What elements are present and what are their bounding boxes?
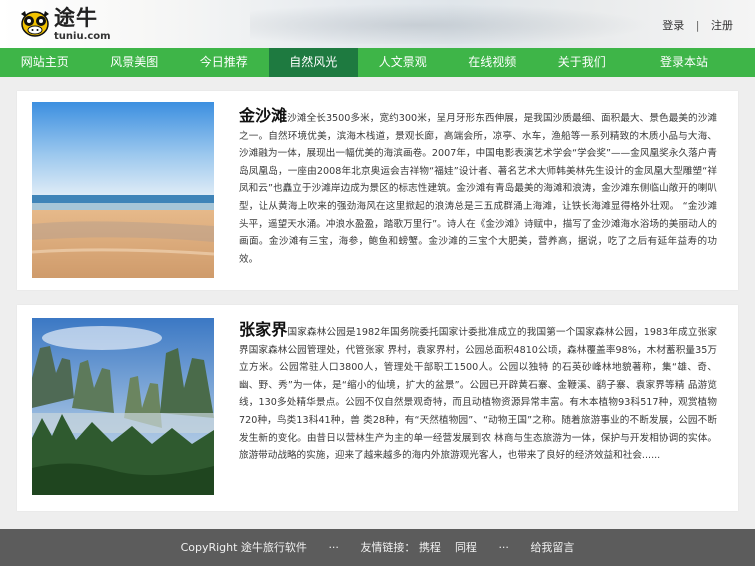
article-title: 张家界 (239, 320, 288, 339)
site-header: 途牛 tuniu.com 登录 | 注册 (0, 0, 755, 48)
copyright-text: CopyRight 途牛旅行软件 (180, 541, 307, 554)
article-card-golden-beach: 金沙滩沙滩全长3500多米，宽约300米，呈月牙形东西伸展，是我国沙质最细、面积… (17, 91, 738, 290)
nav-item-site-login[interactable]: 登录本站 (627, 48, 742, 77)
article-title: 金沙滩 (239, 106, 288, 125)
register-link[interactable]: 注册 (711, 17, 733, 33)
mountain-photo[interactable] (32, 318, 214, 495)
auth-links: 登录 | 注册 (662, 17, 733, 33)
leave-message-link[interactable]: 给我留言 (530, 541, 574, 554)
main-nav: 网站主页 风景美图 今日推荐 自然风光 人文景观 在线视频 关于我们 登录本站 (0, 48, 755, 77)
article-body: 沙滩全长3500多米，宽约300米，呈月牙形东西伸展，是我国沙质最细、面积最大、… (239, 113, 717, 265)
footer-dots: ··· (328, 541, 339, 554)
site-footer: CopyRight 途牛旅行软件 ··· 友情链接： 携程 同程 ··· 给我留… (0, 529, 755, 566)
nav-item-about-us[interactable]: 关于我们 (537, 48, 627, 77)
auth-separator: | (695, 19, 700, 32)
nav-item-scenery-photos[interactable]: 风景美图 (90, 48, 180, 77)
article-body: 国家森林公园是1982年国务院委托国家计委批准成立的我国第一个国家森林公园，19… (239, 327, 717, 462)
nav-item-natural-scenery[interactable]: 自然风光 (268, 48, 358, 77)
article-card-zhangjiajie: 张家界国家森林公园是1982年国务院委托国家计委批准成立的我国第一个国家森林公园… (17, 305, 738, 511)
footer-dots: ··· (498, 541, 509, 554)
friend-link-ly[interactable]: 同程 (455, 541, 477, 554)
article-text: 金沙滩沙滩全长3500多米，宽约300米，呈月牙形东西伸展，是我国沙质最细、面积… (239, 107, 717, 268)
article-text: 张家界国家森林公园是1982年国务院委托国家计委批准成立的我国第一个国家森林公园… (239, 321, 717, 465)
brand-name: 途牛 (54, 6, 98, 30)
brand-domain: tuniu.com (54, 31, 111, 42)
friend-links-label: 友情链接： (360, 541, 416, 554)
site-logo[interactable]: 途牛 tuniu.com (18, 5, 111, 43)
nav-item-home[interactable]: 网站主页 (0, 48, 90, 77)
nav-item-online-video[interactable]: 在线视频 (448, 48, 538, 77)
login-link[interactable]: 登录 (662, 17, 684, 33)
nav-item-today-picks[interactable]: 今日推荐 (179, 48, 269, 77)
nav-item-cultural-sights[interactable]: 人文景观 (358, 48, 448, 77)
beach-photo[interactable] (32, 102, 214, 278)
cow-mascot-icon (21, 11, 49, 37)
friend-link-ctrip[interactable]: 携程 (419, 541, 441, 554)
header-banner-sky (250, 2, 670, 44)
